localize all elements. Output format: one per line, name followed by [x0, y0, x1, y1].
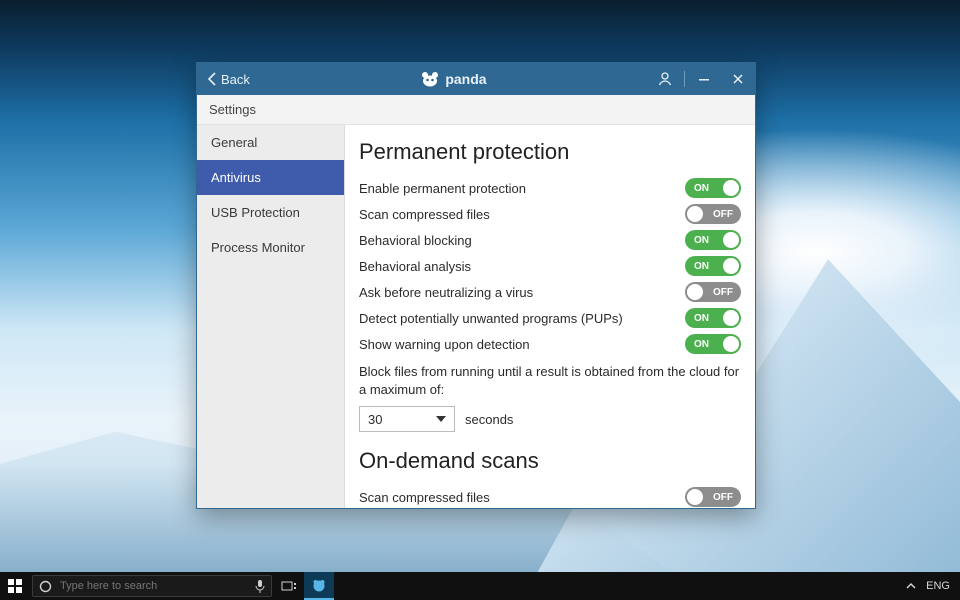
- perm-row: Scan compressed filesOFF: [359, 201, 741, 227]
- perm-label: Scan compressed files: [359, 207, 685, 222]
- perm-toggle[interactable]: ON: [685, 256, 741, 276]
- task-view-button[interactable]: [274, 572, 304, 600]
- close-icon: [732, 73, 744, 85]
- minimize-icon: [698, 73, 710, 85]
- chevron-left-icon: [207, 72, 217, 86]
- panda-taskbar-icon: [311, 578, 327, 592]
- block-timeout-unit: seconds: [465, 412, 513, 427]
- panda-logo-icon: [421, 71, 439, 87]
- subheader-title: Settings: [209, 102, 256, 117]
- perm-label: Behavioral blocking: [359, 233, 685, 248]
- sidebar-item-label: Process Monitor: [211, 240, 305, 255]
- windows-icon: [8, 579, 22, 593]
- perm-row: Detect potentially unwanted programs (PU…: [359, 305, 741, 331]
- sidebar-item-usb[interactable]: USB Protection: [197, 195, 344, 230]
- panda-window: Back panda: [196, 62, 756, 509]
- ondemand-row: Scan compressed filesOFF: [359, 484, 741, 508]
- settings-panel[interactable]: Permanent protection Enable permanent pr…: [345, 125, 755, 508]
- perm-toggle[interactable]: ON: [685, 230, 741, 250]
- perm-toggle[interactable]: OFF: [685, 282, 741, 302]
- perm-label: Show warning upon detection: [359, 337, 685, 352]
- start-button[interactable]: [0, 572, 30, 600]
- brand-text: panda: [445, 71, 486, 87]
- minimize-button[interactable]: [687, 63, 721, 95]
- sidebar-item-process[interactable]: Process Monitor: [197, 230, 344, 265]
- back-button[interactable]: Back: [197, 63, 260, 95]
- ondemand-toggle[interactable]: OFF: [685, 487, 741, 507]
- sidebar-item-general[interactable]: General: [197, 125, 344, 160]
- perm-label: Behavioral analysis: [359, 259, 685, 274]
- caret-down-icon: [436, 416, 446, 422]
- sidebar-item-label: USB Protection: [211, 205, 300, 220]
- titlebar-separator: [684, 71, 685, 87]
- perm-toggle[interactable]: ON: [685, 308, 741, 328]
- cortana-icon: [39, 580, 52, 593]
- sidebar-item-label: Antivirus: [211, 170, 261, 185]
- mic-icon[interactable]: [255, 579, 265, 593]
- desktop-wallpaper: Back panda: [0, 0, 960, 600]
- brand: panda: [260, 71, 648, 87]
- sidebar-item-antivirus[interactable]: Antivirus: [197, 160, 344, 195]
- perm-row: Enable permanent protectionON: [359, 175, 741, 201]
- taskbar: ENG: [0, 572, 960, 600]
- tray-language[interactable]: ENG: [926, 580, 950, 592]
- tray-chevron-up-icon[interactable]: [906, 582, 916, 590]
- perm-toggle[interactable]: ON: [685, 334, 741, 354]
- subheader: Settings: [197, 95, 755, 125]
- perm-row: Show warning upon detectionON: [359, 331, 741, 357]
- close-button[interactable]: [721, 63, 755, 95]
- perm-label: Detect potentially unwanted programs (PU…: [359, 311, 685, 326]
- titlebar: Back panda: [197, 63, 755, 95]
- block-files-text: Block files from running until a result …: [359, 363, 741, 398]
- system-tray: ENG: [896, 580, 960, 592]
- block-timeout-dropdown[interactable]: 30: [359, 406, 455, 432]
- ondemand-label: Scan compressed files: [359, 490, 685, 505]
- section-heading-ondemand: On-demand scans: [359, 448, 741, 474]
- perm-label: Enable permanent protection: [359, 181, 685, 196]
- search-input[interactable]: [60, 580, 247, 592]
- sidebar-item-label: General: [211, 135, 257, 150]
- back-label: Back: [221, 72, 250, 87]
- taskbar-app-panda[interactable]: [304, 572, 334, 600]
- taskbar-search[interactable]: [32, 575, 272, 597]
- perm-row: Behavioral blockingON: [359, 227, 741, 253]
- perm-toggle[interactable]: ON: [685, 178, 741, 198]
- user-icon: [657, 71, 673, 87]
- perm-label: Ask before neutralizing a virus: [359, 285, 685, 300]
- perm-row: Ask before neutralizing a virusOFF: [359, 279, 741, 305]
- task-view-icon: [281, 580, 297, 592]
- perm-row: Behavioral analysisON: [359, 253, 741, 279]
- perm-toggle[interactable]: OFF: [685, 204, 741, 224]
- section-heading-permanent: Permanent protection: [359, 139, 741, 165]
- sidebar: General Antivirus USB Protection Process…: [197, 125, 345, 508]
- account-button[interactable]: [648, 63, 682, 95]
- block-timeout-value: 30: [368, 412, 382, 427]
